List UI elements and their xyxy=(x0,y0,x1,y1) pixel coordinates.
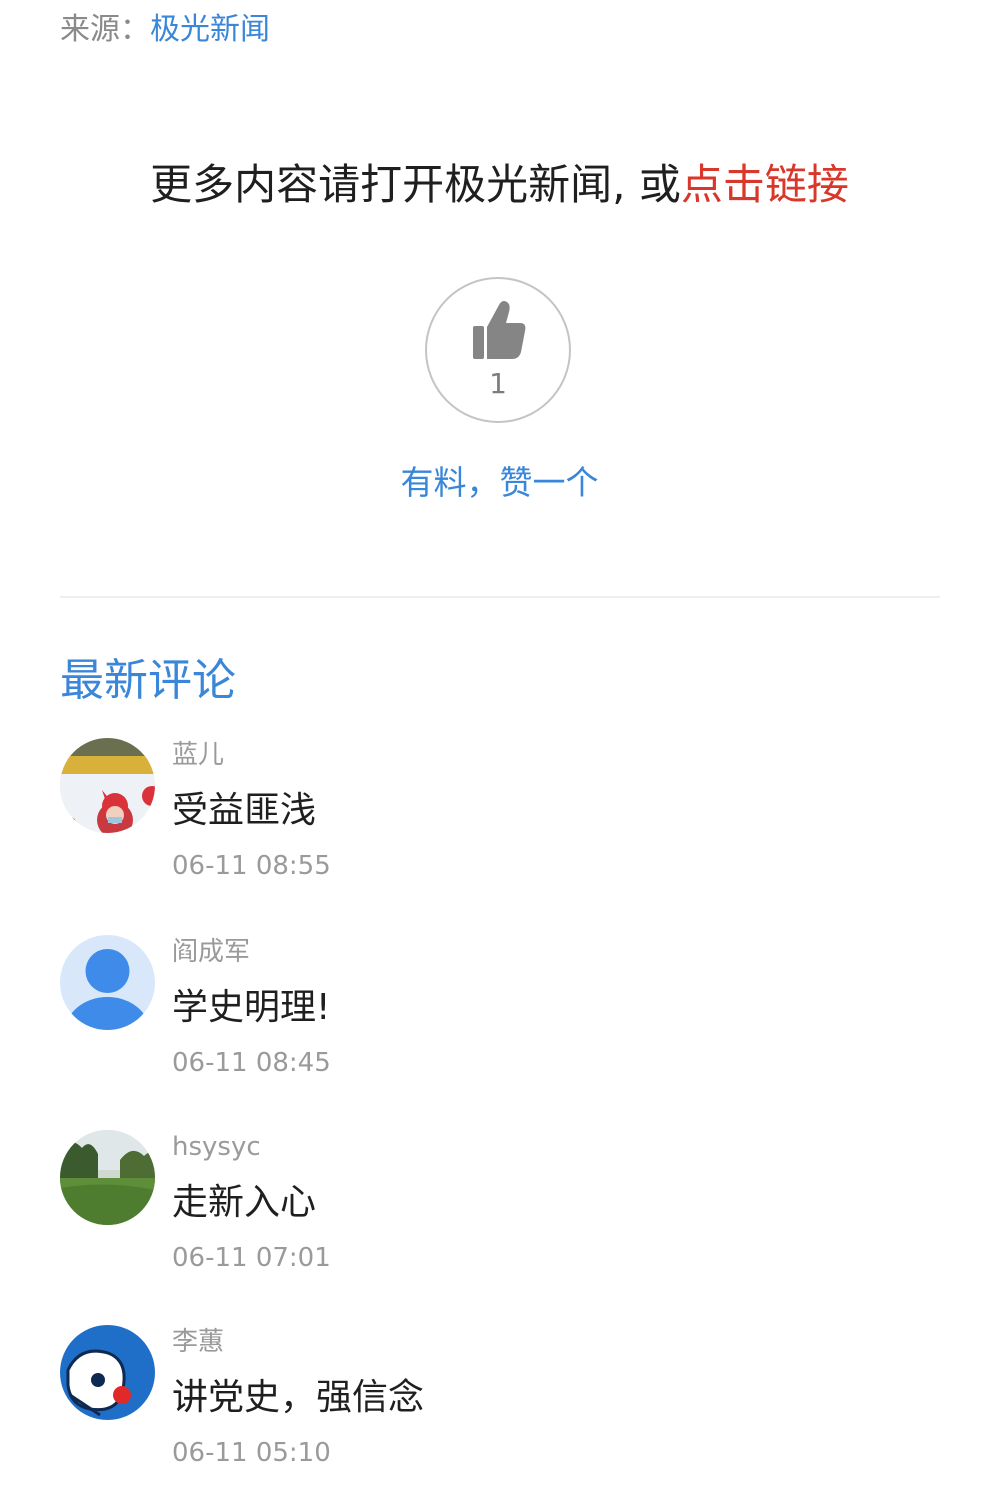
source-line: 来源：极光新闻 xyxy=(60,8,270,52)
open-app-prompt: 更多内容请打开极光新闻, 或点击链接 xyxy=(0,155,999,215)
comment-item: 李蕙 讲党史，强信念 06-11 05:10 xyxy=(60,1325,940,1505)
comment-time: 06-11 08:45 xyxy=(172,1048,331,1078)
avatar[interactable] xyxy=(60,1130,155,1225)
comment-content: 学史明理! xyxy=(172,987,331,1028)
comment-author[interactable]: 阎成军 xyxy=(172,935,250,969)
like-cta[interactable]: 有料，赞一个 xyxy=(0,458,999,508)
comment-content: 讲党史，强信念 xyxy=(172,1377,425,1418)
source-label: 来源： xyxy=(60,12,150,47)
avatar[interactable] xyxy=(60,738,155,833)
like-button[interactable]: 1 xyxy=(425,277,571,423)
divider xyxy=(60,596,940,598)
comment-time: 06-11 05:10 xyxy=(172,1438,331,1468)
thumbs-up-icon xyxy=(473,301,526,359)
open-app-text: 更多内容请打开极光新闻, 或 xyxy=(150,160,681,209)
comment-author[interactable]: hsysyc xyxy=(172,1130,261,1164)
avatar[interactable] xyxy=(60,935,155,1030)
comment-time: 06-11 07:01 xyxy=(172,1243,331,1273)
comment-item: 蓝儿 受益匪浅 06-11 08:55 xyxy=(60,738,940,918)
comment-time: 06-11 08:55 xyxy=(172,851,331,881)
comment-content: 走新入心 xyxy=(172,1182,317,1223)
comment-item: hsysyc 走新入心 06-11 07:01 xyxy=(60,1130,940,1310)
comment-author[interactable]: 蓝儿 xyxy=(172,738,224,772)
comment-content: 受益匪浅 xyxy=(172,790,317,831)
open-app-link[interactable]: 点击链接 xyxy=(681,160,849,209)
avatar[interactable] xyxy=(60,1325,155,1420)
source-link[interactable]: 极光新闻 xyxy=(150,12,270,47)
comment-item: 阎成军 学史明理! 06-11 08:45 xyxy=(60,935,940,1115)
latest-comments-title: 最新评论 xyxy=(60,655,236,706)
like-count: 1 xyxy=(489,367,507,400)
comment-author[interactable]: 李蕙 xyxy=(172,1325,224,1359)
